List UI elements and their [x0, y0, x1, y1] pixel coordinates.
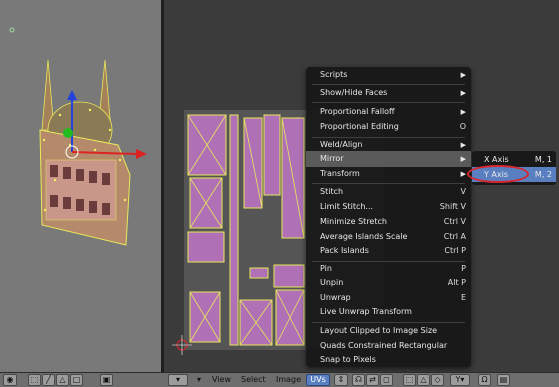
submenu-arrow-icon: ▶: [460, 71, 466, 79]
menu-item-snap-to-pixels[interactable]: Snap to Pixels: [306, 352, 471, 368]
submenu-arrow-icon: ▶: [460, 155, 466, 163]
occlude-icon[interactable]: □: [70, 374, 83, 386]
render-icon[interactable]: ▤: [497, 374, 510, 386]
uv-edge-icon[interactable]: △: [417, 374, 430, 386]
image-menu[interactable]: Image: [276, 374, 301, 386]
magnet-icon[interactable]: Ω: [478, 374, 491, 386]
building-model: [9, 27, 147, 246]
uv-face-icon[interactable]: ◇: [431, 374, 444, 386]
menu-item-unpin[interactable]: Unpin Alt P: [306, 275, 471, 291]
highlight-circle: [467, 165, 529, 183]
3d-viewport[interactable]: [0, 0, 161, 372]
menu-separator: [312, 102, 465, 103]
image-browse-icon[interactable]: ⇕: [334, 374, 348, 386]
submenu-item-x-axis[interactable]: X Axis M, 1: [472, 152, 556, 167]
menu-item-layout-clipped[interactable]: Layout Clipped to Image Size: [306, 323, 471, 339]
header-bar: ◉ ⬚ ╱ △ □ ▣ ▾ ▾ View Select Image UVs ⇕ …: [0, 372, 559, 387]
edge-select-icon[interactable]: ╱: [42, 374, 55, 386]
menu-item-limit-stitch[interactable]: Limit Stitch... Shift V: [306, 199, 471, 215]
select-menu[interactable]: Select: [241, 374, 266, 386]
face-select-icon[interactable]: △: [56, 374, 69, 386]
lock-icon[interactable]: ◻: [380, 374, 393, 386]
uv-editor-type-icon[interactable]: ▾: [168, 374, 188, 386]
view-menu[interactable]: View: [212, 374, 231, 386]
pivot-icon[interactable]: ☊: [352, 374, 365, 386]
menu-item-stitch[interactable]: Stitch V: [306, 184, 471, 200]
menu-item-proportional-editing[interactable]: Proportional Editing O: [306, 119, 471, 135]
submenu-arrow-icon: ▶: [460, 170, 466, 178]
menu-item-scripts[interactable]: Scripts ▶: [306, 67, 471, 83]
submenu-arrow-icon: ▶: [460, 108, 466, 116]
menu-item-mirror[interactable]: Mirror ▶: [306, 151, 471, 167]
menu-item-show-hide-faces[interactable]: Show/Hide Faces ▶: [306, 85, 471, 101]
uvs-menu-button[interactable]: UVs: [306, 374, 330, 386]
snap-icon[interactable]: Y▾: [450, 374, 470, 386]
uvs-menu: Scripts ▶ Show/Hide Faces ▶ Proportional F…: [306, 67, 471, 367]
sync-icon[interactable]: ⇄: [366, 374, 379, 386]
uv-vertex-icon[interactable]: ⬚: [403, 374, 416, 386]
overlay-icon[interactable]: ▣: [100, 374, 113, 386]
editor-type-icon[interactable]: ◉: [3, 374, 17, 386]
menu-item-transform[interactable]: Transform ▶: [306, 166, 471, 182]
vertex-select-icon[interactable]: ⬚: [28, 374, 41, 386]
menu-item-live-unwrap-transform[interactable]: Live Unwrap Transform: [306, 304, 471, 320]
menu-item-proportional-falloff[interactable]: Proportional Falloff ▶: [306, 104, 471, 120]
submenu-arrow-icon: ▶: [460, 89, 466, 97]
menu-item-minimize-stretch[interactable]: Minimize Stretch Ctrl V: [306, 214, 471, 230]
menu-item-pack-islands[interactable]: Pack Islands Ctrl P: [306, 243, 471, 259]
triangle-icon: ▾: [197, 375, 202, 384]
